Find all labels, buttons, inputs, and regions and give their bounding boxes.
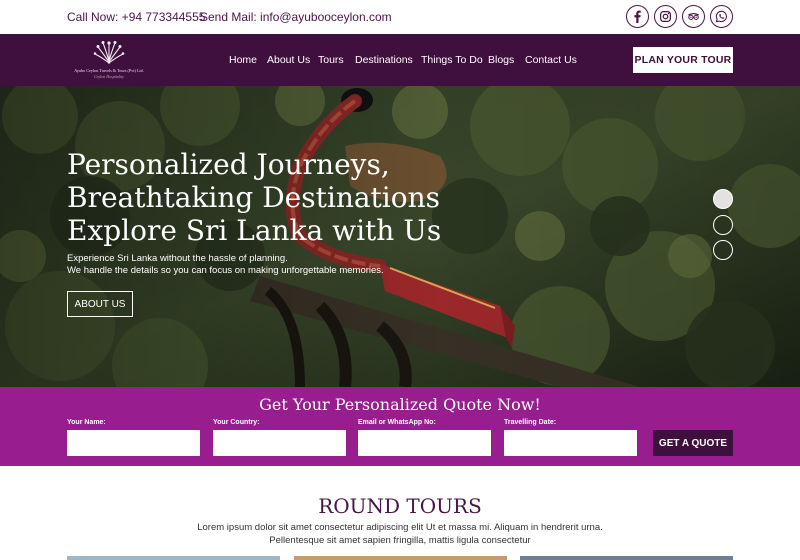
round-tours-description: Lorem ipsum dolor sit amet consectetur a… [0,521,800,547]
facebook-icon[interactable] [626,5,649,28]
slider-dot-1[interactable] [713,189,733,209]
slider-dot-2[interactable] [713,215,733,235]
quote-form: Get Your Personalized Quote Now! Your Na… [0,387,800,466]
round-tours-desc-line-1: Lorem ipsum dolor sit amet consectetur a… [197,522,603,533]
hero-title-line-1: Personalized Journeys, [67,148,390,181]
nav-destinations[interactable]: Destinations [355,54,413,66]
slider-dot-3[interactable] [713,240,733,260]
call-now-text[interactable]: Call Now: +94 773344555 [67,10,205,24]
tour-card-image-3[interactable] [520,556,733,560]
instagram-icon[interactable] [654,5,677,28]
round-tours-desc-line-2: Pellentesque sit amet sapien fringilla, … [269,535,531,546]
hero-title: Personalized Journeys, Breathtaking Dest… [67,148,441,247]
quote-title: Get Your Personalized Quote Now! [259,395,541,414]
your-country-label: Your Country: [213,419,260,426]
tripadvisor-icon[interactable] [682,5,705,28]
nav-blogs[interactable]: Blogs [488,54,514,66]
your-name-input[interactable] [67,430,200,456]
your-name-label: Your Name: [67,419,106,426]
your-country-input[interactable] [213,430,346,456]
about-us-button[interactable]: ABOUT US [67,291,133,317]
whatsapp-icon[interactable] [710,5,733,28]
get-a-quote-button[interactable]: GET A QUOTE [653,430,733,456]
travelling-date-label: Travelling Date: [504,419,557,426]
brand-logo[interactable]: Ayubo Ceylon Travels & Tours (Pvt) Ltd. … [66,38,152,84]
hero-subtitle: Experience Sri Lanka without the hassle … [67,253,384,277]
hero-subtitle-line-1: Experience Sri Lanka without the hassle … [67,253,288,264]
nav-things-to-do[interactable]: Things To Do [421,54,483,66]
travelling-date-input[interactable] [504,430,637,456]
top-contact-bar: Call Now: +94 773344555 Send Mail: info@… [0,0,800,34]
main-navbar: Ayubo Ceylon Travels & Tours (Pvt) Ltd. … [0,34,800,86]
hero-title-line-2: Breathtaking Destinations [67,181,441,214]
nav-home[interactable]: Home [229,54,257,66]
send-mail-text[interactable]: Send Mail: info@ayubooceylon.com [200,10,392,24]
round-tours-title: ROUND TOURS [318,494,482,518]
brand-name: Ayubo Ceylon Travels & Tours (Pvt) Ltd. [74,68,144,73]
nav-tours[interactable]: Tours [318,54,344,66]
hero-subtitle-line-2: We handle the details so you can focus o… [67,265,384,276]
peacock-logo-icon [93,41,125,65]
plan-your-tour-button[interactable]: PLAN YOUR TOUR [633,47,733,73]
tour-card-image-2[interactable] [294,556,507,560]
email-whatsapp-input[interactable] [358,430,491,456]
hero-title-line-3: Explore Sri Lanka with Us [67,214,442,247]
nav-about-us[interactable]: About Us [267,54,310,66]
hero-banner: Personalized Journeys, Breathtaking Dest… [0,86,800,387]
tour-card-image-1[interactable] [67,556,280,560]
nav-contact-us[interactable]: Contact Us [525,54,577,66]
email-whatsapp-label: Email or WhatsApp No: [358,419,436,426]
brand-tagline: Ceylon Hospitality [93,74,125,79]
